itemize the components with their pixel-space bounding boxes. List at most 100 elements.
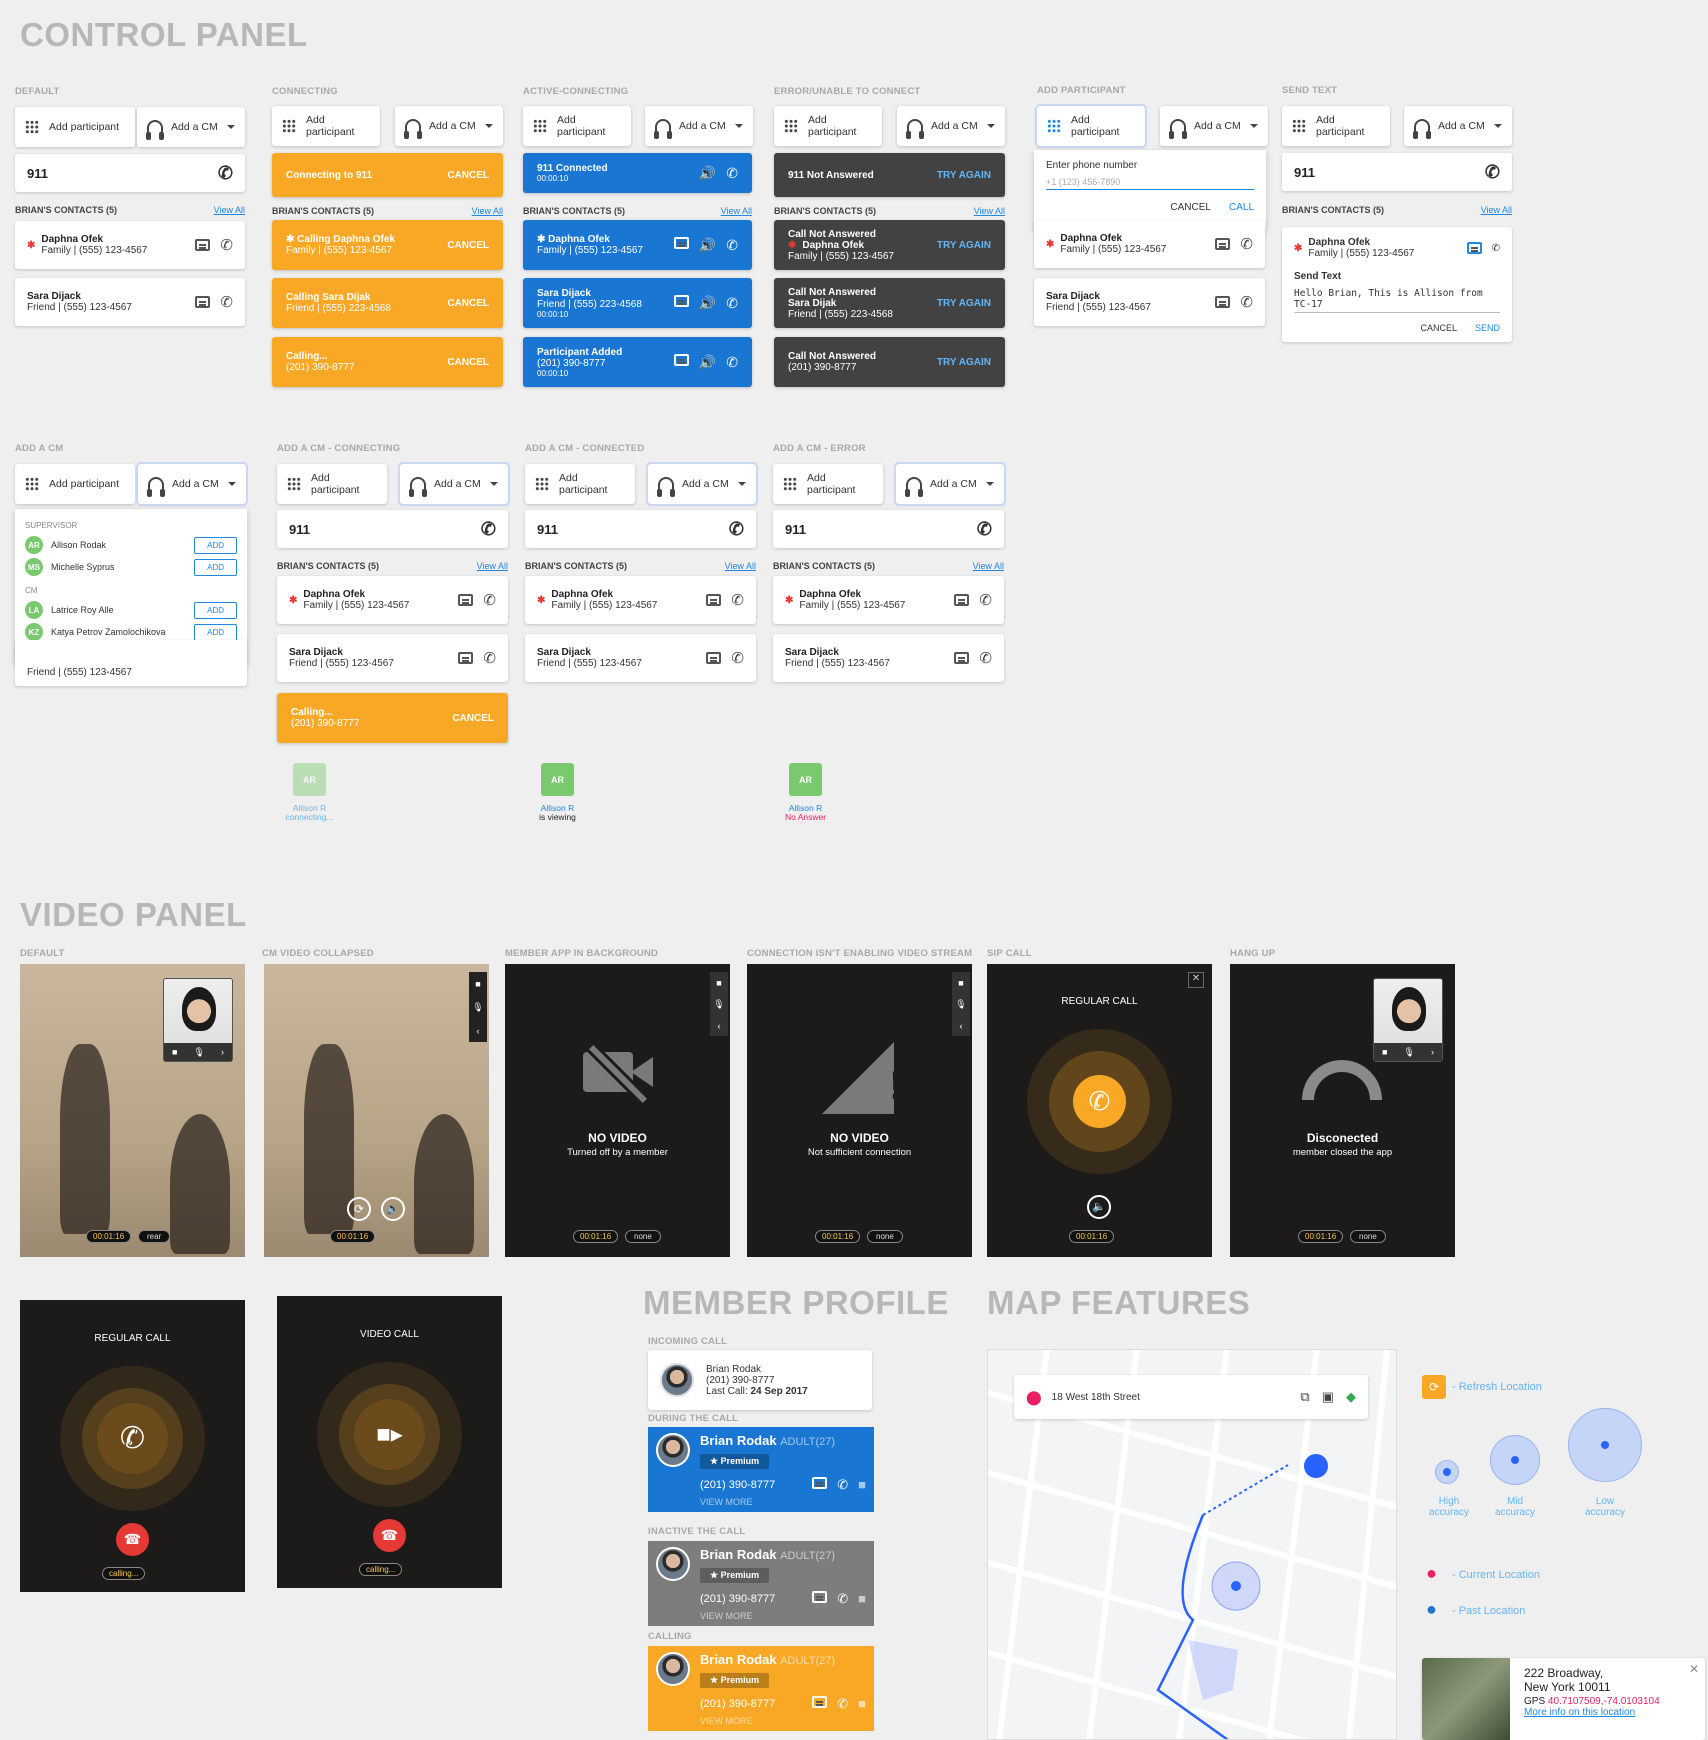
cancel-button[interactable]: CANCEL [447,170,489,181]
phone-icon[interactable]: ✆ [220,236,233,254]
collapsed-controls[interactable]: ■ 🎙 ‹ [952,972,970,1036]
phone-icon[interactable]: ✆ [97,1403,168,1474]
add-participant-button[interactable]: Add participant [272,106,380,146]
camera-mode-badge[interactable]: none [867,1230,903,1243]
view-all-link[interactable]: View All [1481,205,1512,215]
message-icon[interactable] [673,294,689,307]
phone-icon[interactable]: ✆ [837,1591,848,1607]
view-all-link[interactable]: View All [477,561,508,571]
car-icon[interactable]: ▣ [1322,1389,1334,1405]
add-participant-button[interactable]: Add participant [773,464,883,504]
message-icon[interactable] [812,1591,828,1603]
contact-card-sara[interactable]: Sara Dijack Friend | (555) 123-4567 ✆ [15,278,245,326]
contact-card-sara[interactable]: Sara Dijack Friend | (555) 123-4567 ✆ [525,634,756,682]
contact-card-daphna[interactable]: ✱ Daphna Ofek Family | (555) 123-4567 ✆ [773,576,1004,624]
copy-icon[interactable]: ⧉ [1300,1389,1309,1405]
view-all-link[interactable]: View All [973,561,1004,571]
refresh-location-icon[interactable]: ⟳ [1422,1375,1446,1399]
message-icon[interactable] [195,239,211,251]
phone-icon[interactable]: ✆ [726,295,738,312]
message-icon[interactable] [458,652,474,664]
cancel-button[interactable]: CANCEL [1170,202,1211,213]
add-participant-button[interactable]: Add participant [525,464,635,504]
message-icon[interactable] [673,353,689,366]
add-cm-button[interactable]: Add a CM [1160,106,1268,146]
add-cm-button[interactable]: Add a CM [645,106,753,146]
add-cm-button[interactable]: Add a CM [897,106,1005,146]
message-icon[interactable] [954,594,970,606]
call-button[interactable]: CALL [1229,202,1254,213]
add-cm-button[interactable]: Add a CM [395,106,503,146]
message-icon[interactable] [706,594,722,606]
phone-icon[interactable]: ✆ [837,1696,848,1712]
add-cm-button[interactable]: Add a CM [1404,106,1512,146]
phone-icon[interactable]: ✆ [729,519,744,540]
phone-icon[interactable]: ✆ [1240,293,1253,311]
phone-icon[interactable]: ✆ [977,519,992,540]
contact-card-daphna[interactable]: ✱ Daphna Ofek Family | (555) 123-4567 ✆ [277,576,508,624]
cancel-button[interactable]: CANCEL [447,298,489,309]
phone-icon[interactable]: ✆ [731,591,744,609]
map-address-bar[interactable]: ⬤ 18 West 18th Street ⧉ ▣ ◆ [1014,1375,1368,1419]
view-more-link[interactable]: VIEW MORE [700,1716,866,1726]
send-text-input[interactable]: Hello Brian, This is Allison from TC-17 [1294,282,1500,313]
end-call-icon[interactable]: ☎ [373,1519,406,1552]
map-view[interactable]: ⬤ 18 West 18th Street ⧉ ▣ ◆ [987,1349,1397,1740]
try-again-button[interactable]: TRY AGAIN [937,170,991,181]
video-camera-icon[interactable]: ■ [858,1477,866,1493]
add-participant-button[interactable]: Add participant [277,464,387,504]
message-icon[interactable] [1215,238,1231,250]
contact-card-daphna[interactable]: ✱ Daphna Ofek Family | (555) 123-4567 ✆ [525,576,756,624]
phone-icon[interactable]: ✆ [837,1477,848,1493]
contact-card-daphna[interactable]: ✱ Daphna Ofek Family | (555) 123-4567 ✆ [15,221,245,269]
phone-icon[interactable]: ✆ [979,591,992,609]
speaker-icon[interactable]: 🔊 [699,354,716,371]
add-participant-button[interactable]: Add participant [774,106,882,146]
phone-icon[interactable]: ✆ [483,649,496,667]
phone-icon[interactable]: ✆ [483,591,496,609]
collapsed-controls[interactable]: ■ 🎙 ‹ [710,972,728,1036]
video-camera-icon[interactable]: ■ [858,1696,866,1712]
message-icon[interactable] [195,296,211,308]
camera-mode-badge[interactable]: none [1350,1230,1386,1243]
camera-mode-badge[interactable]: rear [138,1230,171,1243]
cancel-button[interactable]: CANCEL [1420,323,1457,333]
add-participant-button[interactable]: Add participant [15,464,135,504]
add-cm-button[interactable]: Add a CM [398,462,510,506]
add-cm-button[interactable]: Add a CM [894,462,1006,506]
phone-icon[interactable]: ✆ [1485,162,1500,183]
video-camera-icon[interactable]: ■ [858,1591,866,1607]
cm-video-thumbnail[interactable]: ■ 🎙 › [1373,978,1443,1062]
message-icon[interactable] [673,236,689,249]
speaker-icon[interactable]: 🔊 [699,165,716,182]
phone-icon[interactable]: ✆ [1073,1075,1126,1128]
cancel-button[interactable]: CANCEL [447,240,489,251]
view-all-link[interactable]: View All [974,206,1005,216]
phone-number-input[interactable]: +1 (123) 456-7890 [1046,171,1254,190]
camera-mode-badge[interactable]: none [625,1230,661,1243]
contact-card-sara[interactable]: Friend | (555) 123-4567 [15,640,247,686]
member-call-card[interactable]: Brian Rodak ADULT(27) ★ Premium (201) 39… [648,1646,874,1731]
member-call-card[interactable]: Brian Rodak ADULT(27) ★ Premium (201) 39… [648,1541,874,1626]
phone-input[interactable]: 911 ✆ [1282,153,1512,191]
cancel-button[interactable]: CANCEL [452,713,494,724]
contact-card-sara[interactable]: Sara Dijack Friend | (555) 123-4567 ✆ [277,634,508,682]
add-participant-button[interactable]: Add participant [1035,104,1147,148]
add-cm-person-button[interactable]: ADD [194,558,237,576]
end-call-icon[interactable]: ☎ [116,1523,149,1556]
mic-off-icon[interactable]: ✕ [1188,972,1204,988]
phone-icon[interactable]: ✆ [726,165,738,182]
message-icon[interactable] [1466,242,1482,254]
add-cm-button[interactable]: Add a CM [136,462,248,506]
message-icon[interactable] [458,594,474,606]
view-more-link[interactable]: VIEW MORE [700,1611,866,1621]
try-again-button[interactable]: TRY AGAIN [937,240,991,251]
phone-icon[interactable]: ✆ [731,649,744,667]
speaker-icon[interactable]: 🔈 [381,1197,405,1221]
contact-card-daphna[interactable]: ✱ Daphna Ofek Family | (555) 123-4567 ✆ [1034,220,1265,268]
message-icon[interactable] [1215,296,1231,308]
add-cm-person-button[interactable]: ADD [194,536,237,554]
view-all-link[interactable]: View All [214,205,245,215]
phone-icon[interactable]: ✆ [726,237,738,254]
contact-card-sara[interactable]: Sara Dijack Friend | (555) 123-4567 ✆ [773,634,1004,682]
